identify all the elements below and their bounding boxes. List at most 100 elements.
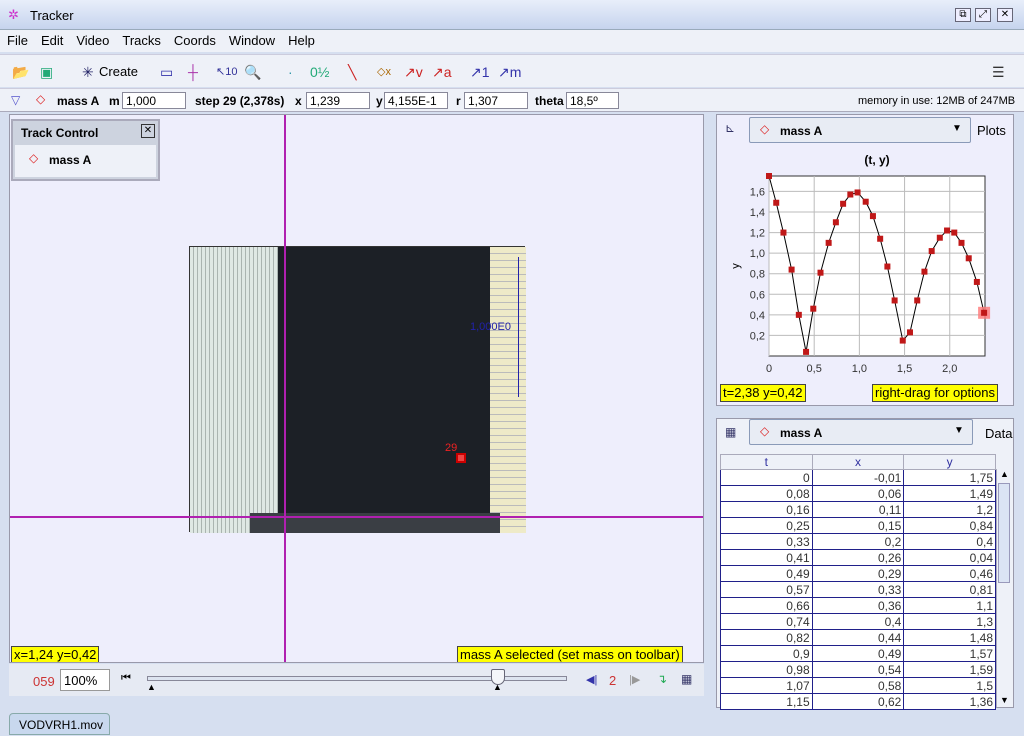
axes-icon[interactable]: ┼ (188, 63, 198, 81)
table-cell[interactable]: 1,15 (720, 693, 813, 710)
loop-icon[interactable]: ↴ (657, 672, 667, 686)
table-cell[interactable]: 0,84 (903, 517, 996, 534)
menu-tracks[interactable]: Tracks (115, 30, 167, 48)
table-cell[interactable]: 0,25 (720, 517, 813, 534)
create-button[interactable]: Create (99, 63, 138, 81)
zoom-icon[interactable]: 🔍 (244, 63, 261, 81)
table-cell[interactable]: 0,4 (811, 613, 905, 630)
table-cell[interactable]: 0,66 (720, 597, 813, 614)
table-row[interactable]: 0,33 0,2 0,4 (720, 533, 996, 550)
step-forward-icon[interactable]: |▶ (629, 673, 640, 686)
table-row[interactable]: 0,49 0,29 0,46 (720, 565, 996, 582)
table-cell[interactable]: 0,08 (720, 485, 813, 502)
r-field[interactable]: 1,307 (464, 92, 528, 109)
step-back-icon[interactable]: ◀| (586, 673, 597, 686)
step-size[interactable]: 2 (609, 673, 616, 688)
notes-icon[interactable]: ☰ (992, 63, 1005, 81)
table-cell[interactable]: 1,3 (903, 613, 996, 630)
track-menu-icon[interactable]: ▽ (11, 93, 20, 107)
table-row[interactable]: 0,16 0,11 1,2 (720, 501, 996, 518)
table-cell[interactable]: 1,5 (903, 677, 996, 694)
save-icon[interactable]: ▣ (40, 63, 53, 81)
video-panel[interactable]: 1,000E0 29 x=1,24 y=0,42 mass A selected… (9, 114, 704, 663)
table-scrollbar[interactable]: ▲ ▼ (996, 469, 1011, 707)
y-field[interactable]: 4,155E-1 (384, 92, 448, 109)
table-row[interactable]: 0,41 0,26 0,04 (720, 549, 996, 566)
table-cell[interactable]: 0,41 (720, 549, 813, 566)
vector-x1-icon[interactable]: ↗1 (470, 63, 490, 81)
table-cell[interactable]: 0,9 (720, 645, 813, 662)
table-row[interactable]: 0,9 0,49 1,57 (720, 645, 996, 662)
column-header-t[interactable]: t (720, 454, 813, 470)
table-cell[interactable]: 0,82 (720, 629, 813, 646)
table-cell[interactable]: 0,81 (903, 581, 996, 598)
start-marker-icon[interactable]: ▲ (147, 682, 156, 692)
plots-button[interactable]: Plots (977, 123, 1006, 138)
rewind-icon[interactable]: ⏮ (121, 672, 131, 685)
table-row[interactable]: 0,74 0,4 1,3 (720, 613, 996, 630)
table-cell[interactable]: -0,01 (811, 469, 905, 486)
table-cell[interactable]: 1,49 (903, 485, 996, 502)
table-cell[interactable]: 1,48 (903, 629, 996, 646)
plot-track-selector[interactable]: ◇ mass A ▼ (749, 117, 971, 143)
plot-icon[interactable]: ⊾ (725, 121, 735, 135)
table-cell[interactable]: 0 (720, 469, 813, 486)
table-cell[interactable]: 0,74 (720, 613, 813, 630)
table-cell[interactable]: 1,1 (903, 597, 996, 614)
table-cell[interactable]: 1,2 (903, 501, 996, 518)
table-cell[interactable]: 0,4 (903, 533, 996, 550)
acceleration-icon[interactable]: ↗a (432, 63, 452, 81)
table-cell[interactable]: 0,29 (811, 565, 905, 582)
theta-field[interactable]: 18,5º (566, 92, 619, 109)
data-track-selector[interactable]: ◇ mass A ▼ (749, 419, 973, 445)
table-row[interactable]: 0,82 0,44 1,48 (720, 629, 996, 646)
table-cell[interactable]: 0,49 (720, 565, 813, 582)
frame-counter[interactable]: 059 (33, 674, 55, 689)
table-cell[interactable]: 0,2 (811, 533, 905, 550)
table-row[interactable]: 0,08 0,06 1,49 (720, 485, 996, 502)
table-cell[interactable]: 0,58 (811, 677, 905, 694)
points-icon[interactable]: · (288, 63, 293, 81)
column-header-x[interactable]: x (811, 454, 905, 470)
table-row[interactable]: 1,15 0,62 1,36 (720, 693, 996, 710)
track-item[interactable]: ◇ mass A (15, 145, 156, 177)
table-row[interactable]: 0,25 0,15 0,84 (720, 517, 996, 534)
scroll-down-icon[interactable]: ▼ (1000, 695, 1009, 705)
track-name[interactable]: mass A (57, 94, 99, 108)
table-cell[interactable]: 0,11 (811, 501, 905, 518)
plot-chart[interactable]: (t, y) y 0 0,5 1,0 1,5 2,0 0,2 0,4 0,6 0,8 1,0 1,2 1,… (717, 148, 1013, 404)
maximize-icon[interactable]: ⤢ (975, 8, 991, 22)
table-cell[interactable]: 1,59 (903, 661, 996, 678)
video-settings-icon[interactable]: ▦ (681, 672, 692, 686)
table-cell[interactable]: 1,75 (903, 469, 996, 486)
table-cell[interactable]: 0,06 (811, 485, 905, 502)
table-cell[interactable]: 0,33 (811, 581, 905, 598)
table-cell[interactable]: 0,98 (720, 661, 813, 678)
y-axis-line[interactable] (284, 115, 286, 662)
table-cell[interactable]: 0,49 (811, 645, 905, 662)
menu-file[interactable]: File (0, 30, 34, 48)
create-icon[interactable]: ✳ (82, 63, 94, 81)
menu-video[interactable]: Video (69, 30, 115, 48)
tracked-point[interactable] (456, 453, 466, 463)
velocity-icon[interactable]: ↗v (404, 63, 423, 81)
table-row[interactable]: 0 -0,01 1,75 (720, 469, 996, 486)
tab-video[interactable]: VODVRH1.mov (9, 713, 110, 735)
trails-icon[interactable]: ╲ (348, 63, 356, 81)
restore-icon[interactable]: ⧉ (955, 8, 971, 22)
table-cell[interactable]: 0,57 (720, 581, 813, 598)
table-row[interactable]: 0,57 0,33 0,81 (720, 581, 996, 598)
vector-xm-icon[interactable]: ↗m (498, 63, 521, 81)
menu-help[interactable]: Help (281, 30, 321, 48)
table-row[interactable]: 1,07 0,58 1,5 (720, 677, 996, 694)
mass-field[interactable]: 1,000 (122, 92, 186, 109)
table-cell[interactable]: 1,07 (720, 677, 813, 694)
table-cell[interactable]: 0,15 (811, 517, 905, 534)
scroll-up-icon[interactable]: ▲ (1000, 469, 1009, 479)
table-row[interactable]: 0,98 0,54 1,59 (720, 661, 996, 678)
column-header-y[interactable]: y (903, 454, 996, 470)
close-icon[interactable]: ✕ (997, 8, 1013, 22)
table-cell[interactable]: 0,33 (720, 533, 813, 550)
scroll-thumb[interactable] (998, 483, 1010, 583)
table-cell[interactable]: 0,04 (903, 549, 996, 566)
